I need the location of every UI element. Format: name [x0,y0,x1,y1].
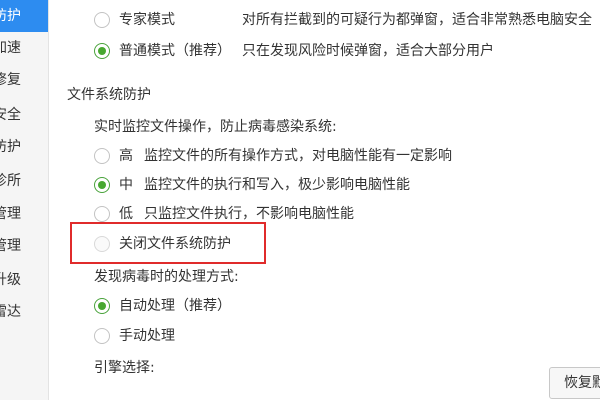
settings-panel: 专家模式 对所有拦截到的可疑行为都弹窗，适合非常熟悉电脑安全 普通模式（推荐） … [49,0,600,400]
engine-select-label: 引擎选择: [94,360,155,376]
sidebar-item-repair[interactable]: 修复 [0,64,48,96]
radio-level-medium[interactable]: 中 监控文件的执行和写入，极少影响电脑性能 [94,174,410,196]
realtime-monitor-label: 实时监控文件操作，防止病毒感染系统: [94,119,337,135]
radio-button[interactable] [94,43,110,59]
radio-button[interactable] [94,12,110,28]
sidebar-item-protection[interactable]: 防护 [0,0,48,32]
radio-button[interactable] [94,206,110,222]
radio-button[interactable] [94,177,110,193]
restore-default-button[interactable]: 恢复默认 [549,367,600,399]
radio-button[interactable] [94,328,110,344]
radio-button[interactable] [94,148,110,164]
sidebar-item-manage-1[interactable]: 管理 [0,198,48,230]
radio-label: 中 [119,177,133,193]
radio-auto-handle[interactable]: 自动处理（推荐） [94,295,231,317]
radio-description: 监控文件的所有操作方式，对电脑性能有一定影响 [144,148,452,164]
radio-normal-mode[interactable]: 普通模式（推荐） 只在发现风险时候弹窗，适合大部分用户 [94,40,494,62]
sidebar-item-radar[interactable]: 雷达 [0,296,48,328]
sidebar-item-speedup[interactable]: 加速 [0,32,48,64]
sidebar-item-defense[interactable]: 防护 [0,131,48,163]
sidebar-item-upgrade[interactable]: 升级 [0,264,48,296]
sidebar-item-security[interactable]: 安全 [0,99,48,131]
radio-label: 手动处理 [119,328,175,344]
radio-description: 监控文件的执行和写入，极少影响电脑性能 [144,177,410,193]
sidebar-item-clinic[interactable]: 诊所 [0,165,48,197]
virus-handling-label: 发现病毒时的处理方式: [94,269,239,285]
radio-label: 高 [119,148,133,164]
radio-manual-handle[interactable]: 手动处理 [94,325,175,347]
radio-description: 对所有拦截到的可疑行为都弹窗，适合非常熟悉电脑安全 [242,12,592,28]
radio-label: 普通模式（推荐） [119,43,231,59]
highlight-annotation [70,222,266,264]
section-title-file-protection: 文件系统防护 [67,87,151,103]
sidebar: 防护 加速 修复 安全 防护 诊所 管理 管理 升级 雷达 [0,0,49,400]
radio-button[interactable] [94,298,110,314]
radio-label: 自动处理（推荐） [119,298,231,314]
radio-level-high[interactable]: 高 监控文件的所有操作方式，对电脑性能有一定影响 [94,145,452,167]
sidebar-item-manage-2[interactable]: 管理 [0,230,48,262]
radio-description: 只在发现风险时候弹窗，适合大部分用户 [242,43,494,59]
radio-label: 专家模式 [119,12,175,28]
radio-expert-mode[interactable]: 专家模式 对所有拦截到的可疑行为都弹窗，适合非常熟悉电脑安全 [94,9,592,31]
